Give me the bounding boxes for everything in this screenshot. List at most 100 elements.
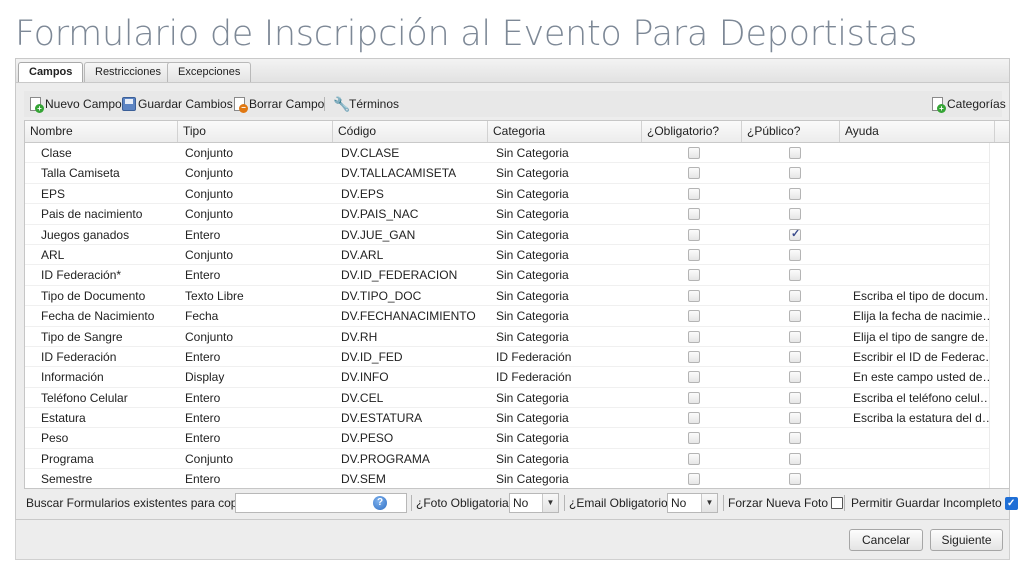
- table-row[interactable]: Fecha de Nacimiento Fecha DV.FECHANACIMIEN…: [25, 306, 998, 327]
- cell-nombre: Programa: [41, 451, 94, 466]
- next-button[interactable]: Siguiente: [930, 529, 1003, 551]
- table-row[interactable]: Información Display DV.INFO ID Federación En…: [25, 367, 998, 388]
- table-row[interactable]: Estatura Entero DV.ESTATURA Sin Categoria Es…: [25, 408, 998, 429]
- obligatorio-checkbox[interactable]: [688, 452, 700, 465]
- publico-checkbox[interactable]: [789, 371, 801, 384]
- terms-label: Términos: [349, 97, 400, 111]
- publico-checkbox[interactable]: [789, 330, 801, 343]
- obligatorio-checkbox[interactable]: [688, 432, 700, 445]
- publico-checkbox[interactable]: [789, 289, 801, 302]
- obligatorio-checkbox[interactable]: [688, 248, 700, 261]
- publico-checkbox[interactable]: [789, 208, 801, 221]
- column-header-nombre[interactable]: Nombre: [25, 121, 178, 142]
- force-new-photo-checkbox[interactable]: [831, 497, 844, 509]
- new-field-button[interactable]: + Nuevo Campo: [28, 95, 122, 113]
- copy-search-input[interactable]: ?: [235, 493, 407, 513]
- obligatorio-checkbox[interactable]: [688, 147, 700, 159]
- cell-codigo: DV.ID_FED: [341, 349, 403, 364]
- email-required-select[interactable]: No ▼: [667, 493, 718, 513]
- publico-checkbox[interactable]: [789, 391, 801, 404]
- obligatorio-checkbox[interactable]: [688, 473, 700, 486]
- obligatorio-checkbox[interactable]: [688, 208, 700, 221]
- cancel-button[interactable]: Cancelar: [849, 529, 923, 551]
- table-row[interactable]: Juegos ganados Entero DV.JUE_GAN Sin Catego…: [25, 225, 989, 245]
- grid-scrollbar[interactable]: [989, 143, 1009, 488]
- obligatorio-checkbox[interactable]: [688, 330, 700, 343]
- cell-categoria: Sin Categoria: [496, 329, 569, 344]
- tab-campos[interactable]: Campos: [18, 62, 84, 84]
- cell-ayuda: [853, 449, 998, 469]
- save-changes-button[interactable]: Guardar Cambios: [121, 95, 233, 113]
- column-header-tipo[interactable]: Tipo: [178, 121, 333, 142]
- table-row[interactable]: Pais de nacimiento Conjunto DV.PAIS_NAC Sin…: [25, 204, 989, 225]
- tab-excepciones[interactable]: Excepciones: [167, 62, 252, 83]
- publico-checkbox[interactable]: [789, 269, 801, 282]
- table-row[interactable]: ID Federación Entero DV.ID_FED ID Federació…: [25, 347, 998, 368]
- publico-checkbox[interactable]: [789, 473, 801, 486]
- table-row[interactable]: Clase Conjunto DV.CLASE Sin Categoria: [25, 143, 989, 164]
- cell-codigo: DV.CLASE: [341, 146, 400, 160]
- table-row[interactable]: ARL Conjunto DV.ARL Sin Categoria: [25, 245, 989, 266]
- table-row[interactable]: EPS Conjunto DV.EPS Sin Categoria: [25, 184, 989, 205]
- column-header-obligatorio[interactable]: ¿Obligatorio?: [642, 121, 742, 142]
- delete-field-button[interactable]: − Borrar Campo: [232, 95, 324, 113]
- cell-nombre: Talla Camiseta: [41, 166, 120, 181]
- obligatorio-checkbox[interactable]: [688, 371, 700, 384]
- help-icon[interactable]: ?: [373, 496, 387, 510]
- column-header-ayuda[interactable]: Ayuda: [840, 121, 995, 142]
- publico-checkbox[interactable]: [789, 167, 801, 180]
- publico-checkbox[interactable]: [789, 227, 801, 241]
- publico-checkbox[interactable]: [789, 147, 801, 159]
- toolbar-separator: [324, 97, 325, 111]
- obligatorio-checkbox[interactable]: [688, 412, 700, 425]
- cell-codigo: DV.TIPO_DOC: [341, 288, 422, 303]
- table-row[interactable]: Tipo de Documento Texto Libre DV.TIPO_DOC S…: [25, 286, 998, 307]
- table-row[interactable]: Talla Camiseta Conjunto DV.TALLACAMISETA Si…: [25, 163, 989, 184]
- table-row[interactable]: Semestre Entero DV.SEM Sin Categoria: [25, 469, 989, 488]
- allow-incomplete-checkbox[interactable]: ✓: [1004, 496, 1018, 510]
- publico-checkbox[interactable]: [789, 187, 801, 200]
- publico-checkbox[interactable]: [789, 310, 801, 323]
- options-separator: [564, 495, 565, 511]
- categories-button[interactable]: + Categorías: [930, 95, 1006, 113]
- new-document-icon: +: [930, 96, 946, 113]
- cell-ayuda: [853, 265, 998, 285]
- photo-required-label: ¿Foto Obligatoria?: [416, 496, 516, 510]
- form-options-bar: Buscar Formularios existentes para copia…: [24, 492, 1018, 516]
- column-header-categoria[interactable]: Categoria: [488, 121, 642, 142]
- categories-label: Categorías: [947, 97, 1006, 111]
- allow-incomplete-option: Permitir Guardar Incompleto ✓: [851, 492, 1018, 514]
- cell-nombre: Juegos ganados: [41, 227, 130, 242]
- footer-bar: Cancelar Siguiente: [15, 520, 1010, 560]
- publico-checkbox[interactable]: [789, 412, 801, 425]
- table-row[interactable]: Teléfono Celular Entero DV.CEL Sin Categori…: [25, 388, 998, 409]
- cell-ayuda: [853, 143, 998, 163]
- tab-bar: Campos Restricciones Excepciones: [15, 58, 1010, 84]
- obligatorio-checkbox[interactable]: [688, 310, 700, 323]
- column-header-publico[interactable]: ¿Público?: [742, 121, 840, 142]
- obligatorio-checkbox[interactable]: [688, 187, 700, 200]
- publico-checkbox[interactable]: [789, 452, 801, 465]
- cell-nombre: Peso: [41, 431, 69, 446]
- column-header-codigo[interactable]: Código: [333, 121, 488, 142]
- obligatorio-checkbox[interactable]: [688, 167, 700, 180]
- table-row[interactable]: Programa Conjunto DV.PROGRAMA Sin Categoria: [25, 449, 989, 470]
- publico-checkbox[interactable]: [789, 432, 801, 445]
- cell-categoria: Sin Categoria: [496, 227, 569, 242]
- obligatorio-checkbox[interactable]: [688, 391, 700, 404]
- chevron-down-icon: ▼: [701, 494, 717, 512]
- obligatorio-checkbox[interactable]: [688, 289, 700, 302]
- table-row[interactable]: Peso Entero DV.PESO Sin Categoria: [25, 428, 989, 449]
- publico-checkbox[interactable]: [789, 248, 801, 261]
- cell-tipo: Entero: [185, 227, 221, 242]
- obligatorio-checkbox[interactable]: [688, 228, 700, 241]
- obligatorio-checkbox[interactable]: [688, 350, 700, 363]
- photo-required-select[interactable]: No ▼: [509, 493, 559, 513]
- obligatorio-checkbox[interactable]: [688, 269, 700, 282]
- tab-restricciones[interactable]: Restricciones: [84, 62, 173, 83]
- new-document-icon: +: [28, 96, 44, 113]
- publico-checkbox[interactable]: [789, 350, 801, 363]
- table-row[interactable]: Tipo de Sangre Conjunto DV.RH Sin Categoria…: [25, 327, 998, 347]
- terms-button[interactable]: 🔧 Términos: [332, 95, 399, 113]
- table-row[interactable]: ID Federación* Entero DV.ID_FEDERACION Sin …: [25, 265, 989, 286]
